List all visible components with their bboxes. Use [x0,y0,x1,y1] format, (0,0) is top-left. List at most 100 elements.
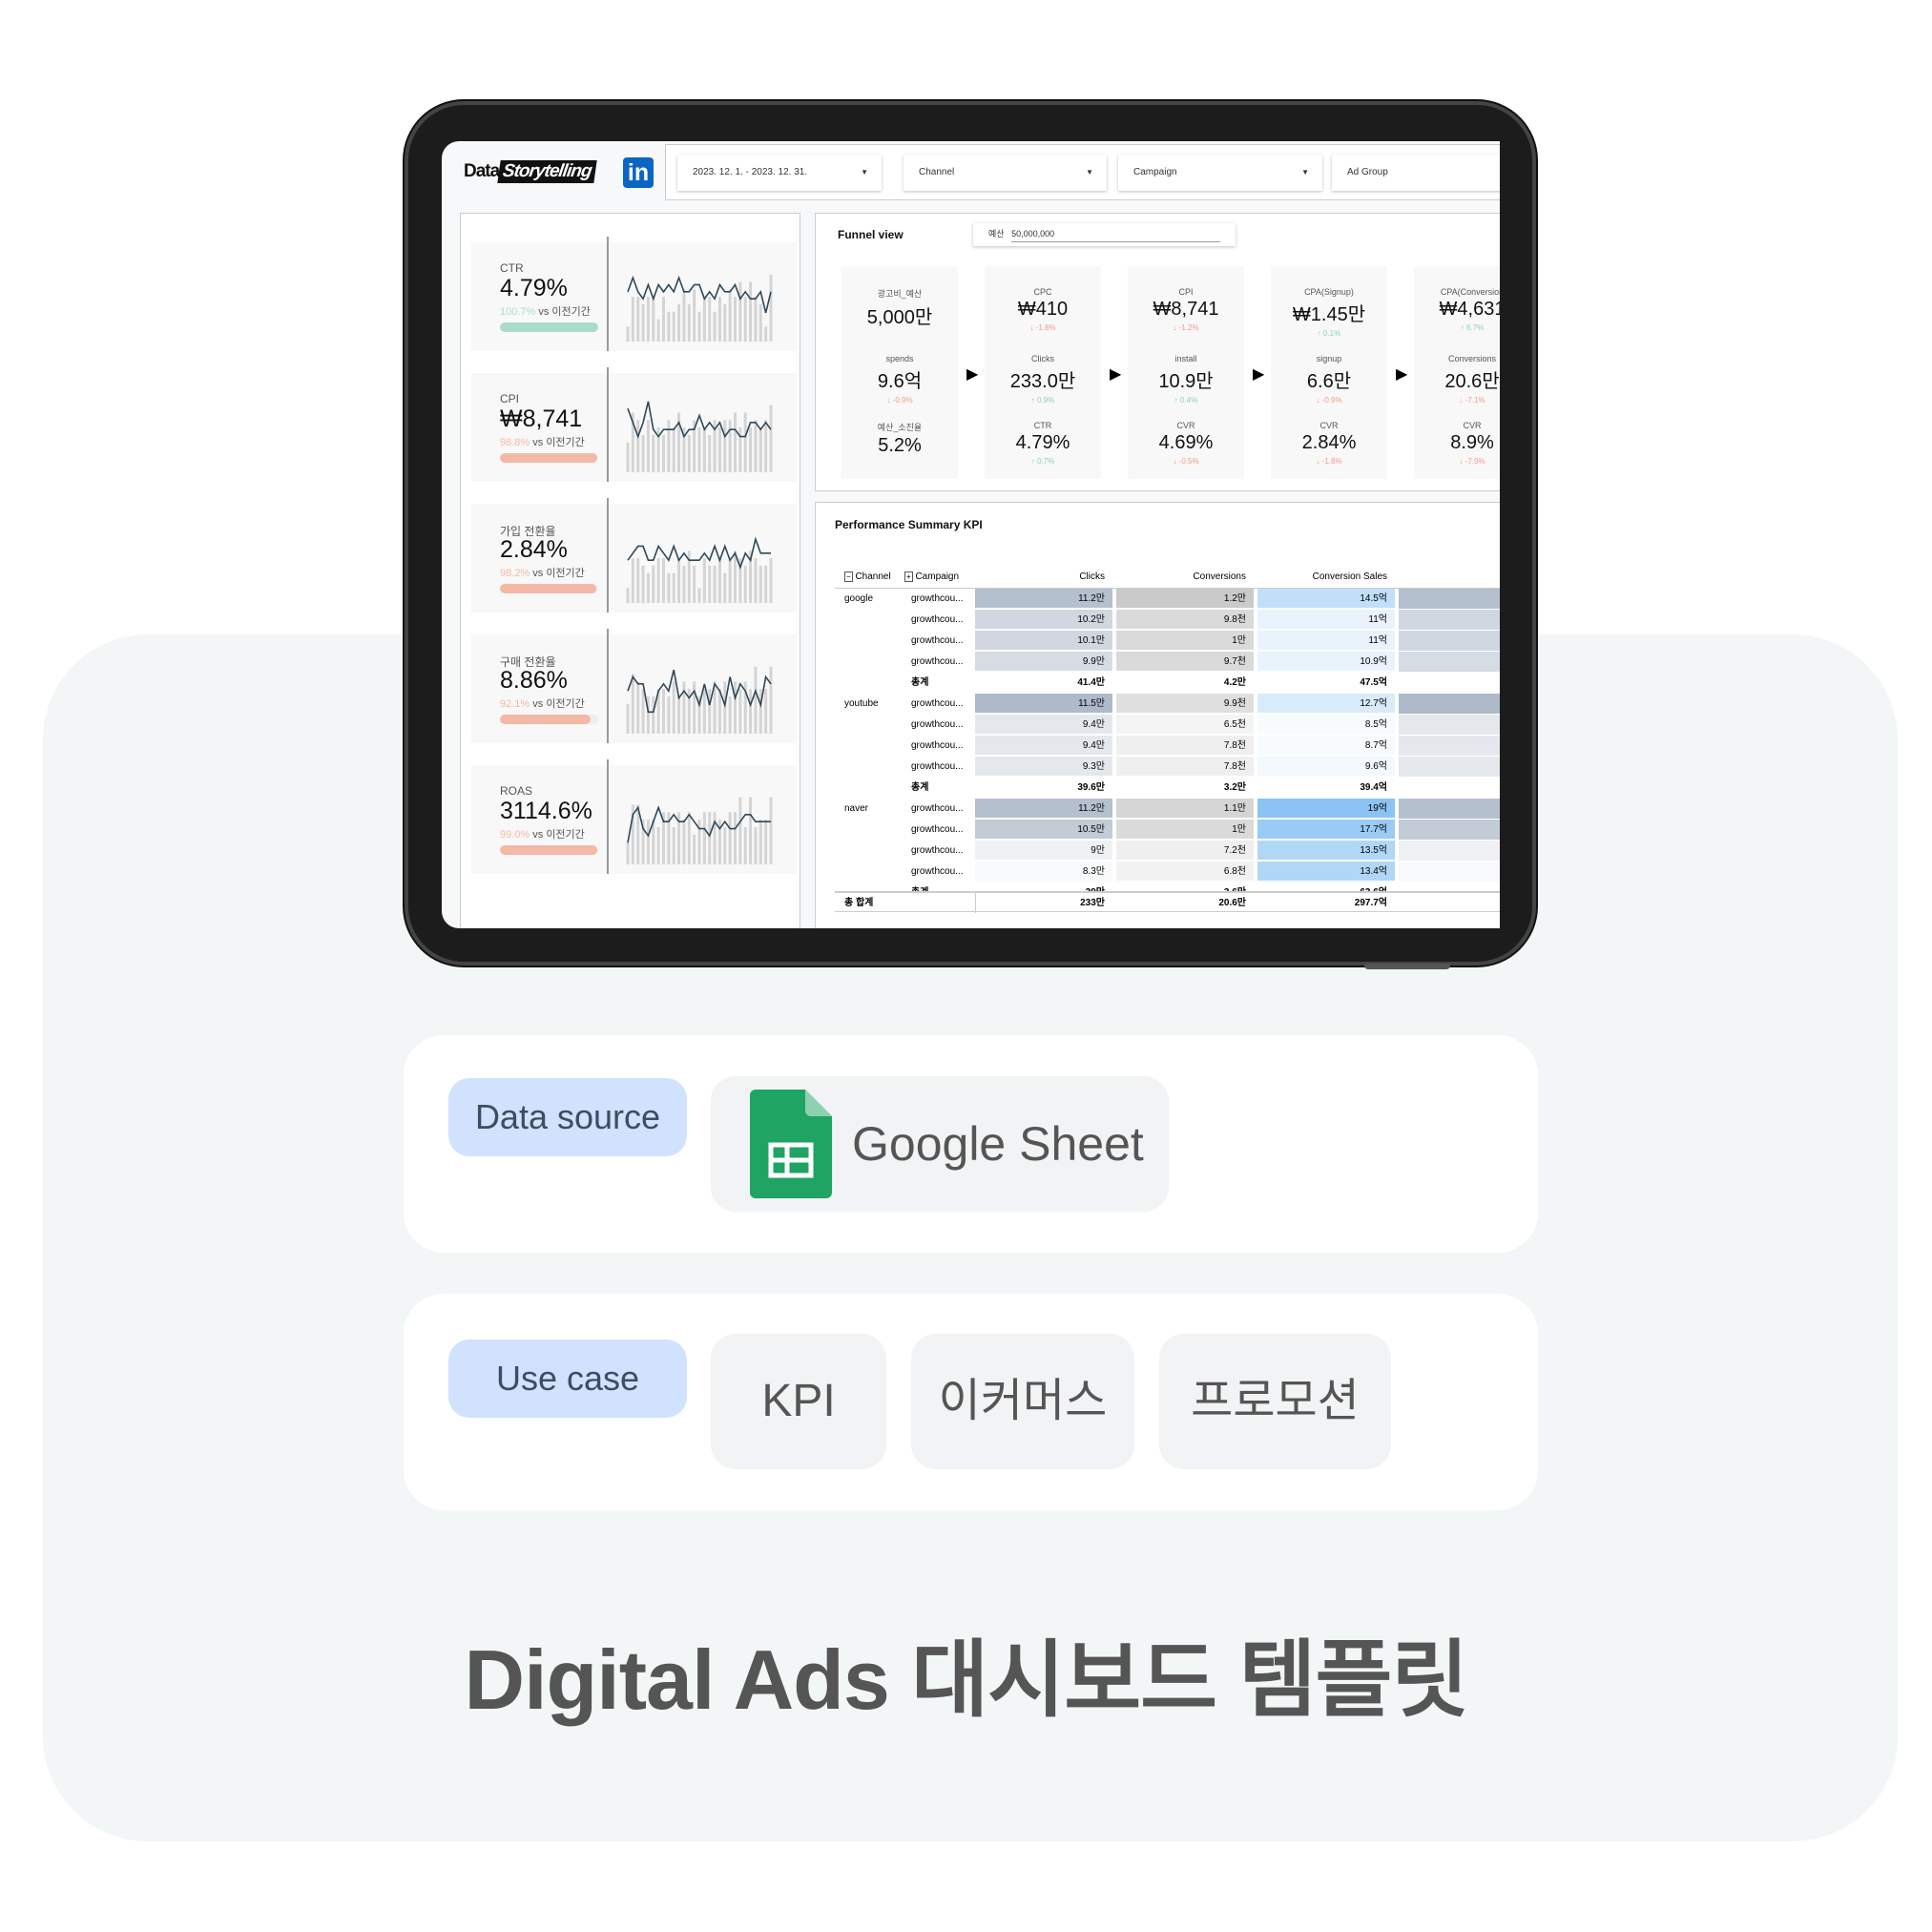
channel-header[interactable]: − Channel [844,567,891,587]
table-row[interactable]: 총계39만 3.6만63.6억 [835,883,1500,891]
funnel-metric: 예산_소진율 5.2% [841,421,958,460]
table-row[interactable]: 총계 41.4만 4.2만 47.5억 [835,673,1500,694]
ad-group-filter[interactable]: Ad Group [1332,155,1500,191]
funnel-metric-delta: ↓ -0.9% [886,396,913,405]
sales-header[interactable]: Conversion Sales [1257,567,1395,587]
sparkline-bar [764,420,768,472]
campaign-cell: growthcou... [911,761,964,772]
extra-cell [1399,589,1500,609]
date-range-filter[interactable]: 2023. 12. 1. - 2023. 12. 31. ▼ [677,155,882,191]
sparkline-bar [754,420,758,472]
kpi-change-percent: 99.0% [500,829,530,841]
table-row[interactable]: 총계 39.6만 3.2만 39.4억 [835,778,1500,799]
extra-cell [1399,631,1500,651]
kpi-change-percent: 98.8% [500,437,530,448]
funnel-metric-delta: ↓ -1.2% [1173,323,1199,332]
campaign-filter[interactable]: Campaign ▼ [1118,155,1322,191]
sparkline-bar [713,311,717,342]
kpi-change-percent: 92.1% [500,698,530,710]
table-row[interactable]: growthcou... 9.3만 7.8천 9.6억 [835,757,1500,778]
funnel-title: Funnel view [838,228,904,241]
funnel-metric-delta: ↓ -1.8% [1316,457,1342,466]
kpi-progress-bar [500,322,598,332]
total-label: 총 합계 [844,898,874,908]
extra-cell [1399,841,1500,861]
clicks-header[interactable]: Clicks [975,567,1112,587]
funnel-arrow-icon: ▶ [1396,366,1408,383]
total-sales: 297.7억 [1354,898,1387,908]
data-source-card: Data source Google Sheet [404,1035,1538,1253]
total-clicks: 233만 [975,893,1112,913]
sparkline-bar [682,681,686,734]
conversions-header[interactable]: Conversions [1116,567,1254,587]
sparkline-bar [758,427,762,472]
table-row[interactable]: growthcou... 9.4만 6.5천 8.5억 [835,715,1500,736]
table-row[interactable]: growthcou... 8.3만 6.8천 13.4억 [835,862,1500,883]
performance-table: − Channel + Campaign Clicks Conversions … [835,567,1500,913]
table-row[interactable]: youtube growthcou... 11.5만 9.9천 12.7억 [835,694,1500,715]
tablet-button [1364,964,1450,969]
sparkline-bar [693,834,696,864]
clicks-cell: 8.3만 [975,862,1112,882]
table-row[interactable]: growthcou... 10.5만 1만 17.7억 [835,820,1500,841]
table-row[interactable]: growthcou... 9.9만 9.7천 10.9억 [835,652,1500,673]
table-row[interactable]: growthcou... 10.2만 9.8천 11억 [835,610,1500,631]
table-row[interactable]: growthcou... 9만 7.2천 13.5억 [835,841,1500,862]
sparkline-bar [662,689,665,734]
table-body[interactable]: google growthcou... 11.2만 1.2만 14.5억 growthco… [835,588,1500,891]
sparkline-bar [734,412,737,472]
campaign-header[interactable]: + Campaign [904,567,959,587]
clicks-cell: 9만 [975,841,1112,861]
funnel-metric-value: 9.6억 [877,371,923,392]
funnel-metric: CVR 4.69% ↓ -0.5% [1128,421,1244,466]
clicks-cell: 11.2만 [975,589,1112,609]
sparkline-bar [646,297,650,342]
sparkline-bar [672,681,675,734]
sparkline-bar [702,812,706,864]
kpi-label: ROAS [500,784,533,798]
funnel-metric-label: 광고비_예산 [877,289,923,299]
sparkline-bar [677,696,681,734]
funnel-metric-value: 4.69% [1158,432,1214,453]
sales-cell: 11억 [1257,631,1395,651]
use-case-tag: 프로모션 [1159,1334,1391,1469]
sales-cell: 39.4억 [1257,778,1395,798]
sparkline-bar [697,311,701,342]
performance-title: Performance Summary KPI [835,518,983,531]
kpi-change-percent: 100.7% [500,306,536,318]
channel-filter[interactable]: Channel ▼ [904,155,1107,191]
campaign-cell: growthcou... [911,824,964,835]
sparkline-bar [687,434,691,472]
sparkline-bar [672,572,675,603]
kpi-label: CTR [500,261,524,275]
funnel-metric-value: ₩8,741 [1153,299,1219,320]
sparkline-bar [687,303,691,342]
conversions-cell: 9.7천 [1116,652,1254,672]
table-row[interactable]: google growthcou... 11.2만 1.2만 14.5억 [835,589,1500,610]
funnel-metric-label: Clicks [1031,354,1054,364]
sparkline-bar [717,427,721,472]
table-row[interactable]: growthcou... 9.4만 7.8천 8.7억 [835,736,1500,757]
sparkline-bar [667,311,671,342]
sparkline-bar [662,297,665,342]
kpi-progress-fill [500,453,597,463]
sparkline-bar [743,297,747,342]
table-row[interactable]: growthcou... 10.1만 1만 11억 [835,631,1500,652]
total-conversions: 20.6만 [1218,898,1246,908]
kpi-progress-fill [500,715,591,724]
sales-cell: 63.6억 [1257,883,1395,891]
channel-cell: google [844,593,874,604]
funnel-metric: CPA(Signup) ₩1.45만 ↑ 0.1% [1271,287,1387,338]
campaign-cell: growthcou... [911,719,964,730]
sales-cell: 13.4억 [1257,862,1395,882]
sparkline-bar [717,558,721,603]
funnel-metric-value: ₩1.45만 [1292,304,1366,325]
sparkline-bar [749,281,753,342]
kpi-change-percent: 98.2% [500,568,530,579]
kpi-vs-label: vs 이전기간 [530,568,585,579]
conversions-cell: 1만 [1116,820,1254,840]
sparkline-bar [708,565,712,603]
table-row[interactable]: naver growthcou... 11.2만 1.1만 19억 [835,799,1500,820]
budget-input[interactable]: 예산 50,000,000 [973,223,1236,246]
sparkline-bar [646,696,650,734]
